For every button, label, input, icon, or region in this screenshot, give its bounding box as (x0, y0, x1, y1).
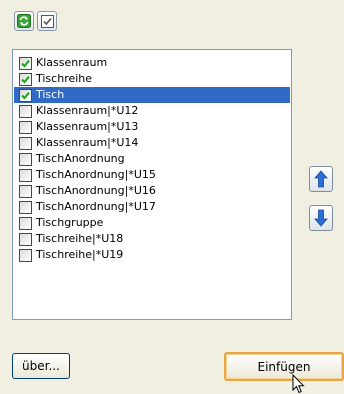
check-all-icon (40, 14, 54, 28)
list-item-label: Tischreihe|*U18 (36, 232, 124, 245)
about-button[interactable]: über... (12, 353, 70, 379)
checkbox[interactable] (19, 200, 32, 214)
refresh-button[interactable] (14, 11, 34, 31)
checkmark-icon (21, 91, 30, 99)
checkbox[interactable] (19, 248, 32, 262)
checkbox-checked[interactable] (19, 88, 32, 102)
list-item[interactable]: TischAnordnung|*U16 (14, 183, 290, 199)
checkmark-icon (21, 59, 30, 67)
insert-button[interactable]: Einfügen (224, 352, 344, 381)
move-up-button[interactable] (309, 166, 333, 192)
list-item-label: Klassenraum (36, 56, 108, 69)
list-item[interactable]: Klassenraum|*U12 (14, 103, 290, 119)
list-item[interactable]: TischAnordnung (14, 151, 290, 167)
list-item[interactable]: Klassenraum|*U13 (14, 119, 290, 135)
checkbox[interactable] (19, 152, 32, 166)
move-down-button[interactable] (309, 205, 333, 231)
checkbox-checked[interactable] (19, 72, 32, 86)
arrow-down-icon (314, 209, 328, 227)
list-item-label: TischAnordnung|*U15 (36, 168, 156, 181)
list-item-label: Tischreihe (36, 72, 93, 85)
list-item-label: TischAnordnung (36, 152, 125, 165)
list-item-label: Tischreihe|*U19 (36, 248, 124, 261)
list-item-label: Tisch (36, 88, 65, 101)
list-item-label: Klassenraum|*U13 (36, 120, 139, 133)
list-item[interactable]: Klassenraum|*U14 (14, 135, 290, 151)
type-list[interactable]: Klassenraum Tischreihe Tisch Klassenraum|*U… (12, 49, 292, 320)
checkbox[interactable] (19, 168, 32, 182)
list-item[interactable]: Tischgruppe (14, 215, 290, 231)
checkmark-icon (21, 75, 30, 83)
list-item-label: TischAnordnung|*U17 (36, 200, 156, 213)
check-all-button[interactable] (37, 11, 57, 31)
list-item-label: TischAnordnung|*U16 (36, 184, 156, 197)
list-item-label: Klassenraum|*U12 (36, 104, 139, 117)
list-item[interactable]: Tisch (14, 87, 290, 103)
checkbox[interactable] (19, 120, 32, 134)
list-item[interactable]: Klassenraum (14, 55, 290, 71)
list-item-label: Klassenraum|*U14 (36, 136, 139, 149)
checkbox-checked[interactable] (19, 56, 32, 70)
list-item[interactable]: Tischreihe (14, 71, 290, 87)
list-item[interactable]: TischAnordnung|*U15 (14, 167, 290, 183)
list-item-label: Tischgruppe (36, 216, 104, 229)
checkbox[interactable] (19, 136, 32, 150)
arrow-up-icon (314, 170, 328, 188)
list-item[interactable]: TischAnordnung|*U17 (14, 199, 290, 215)
cursor-icon (292, 374, 305, 394)
checkbox[interactable] (19, 232, 32, 246)
checkbox[interactable] (19, 184, 32, 198)
checkbox[interactable] (19, 216, 32, 230)
refresh-icon (17, 14, 31, 28)
list-item[interactable]: Tischreihe|*U19 (14, 247, 290, 263)
checkbox[interactable] (19, 104, 32, 118)
list-item[interactable]: Tischreihe|*U18 (14, 231, 290, 247)
